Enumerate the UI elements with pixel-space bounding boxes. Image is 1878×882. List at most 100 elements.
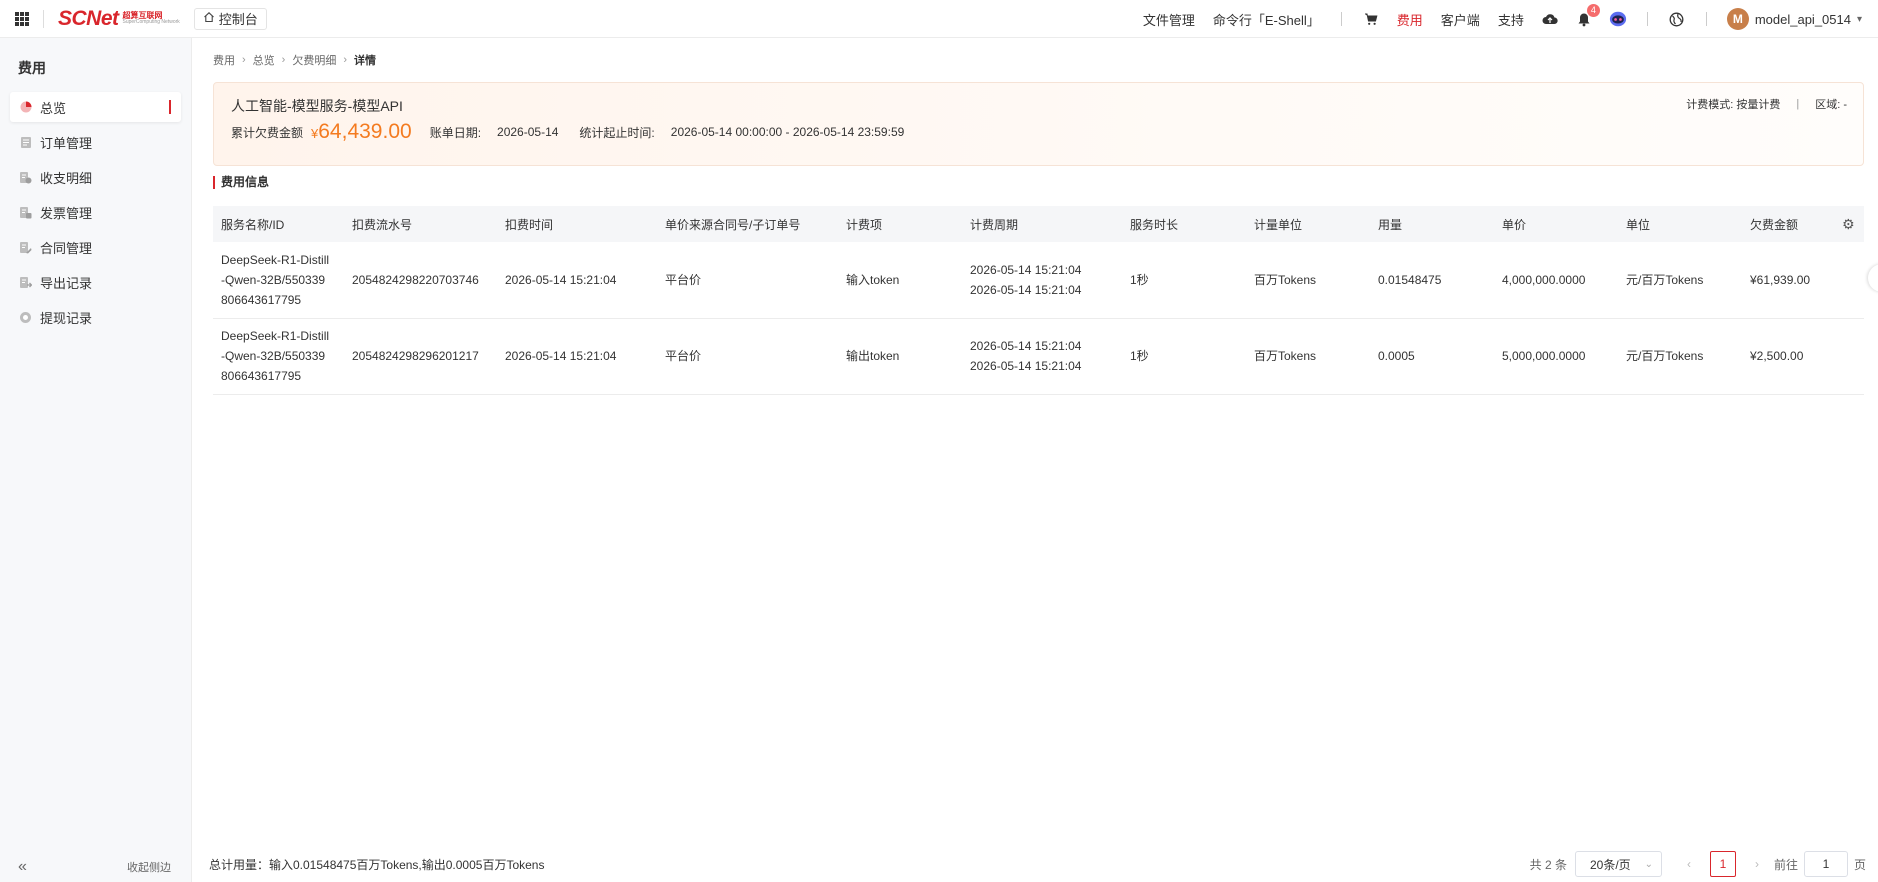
breadcrumb-item[interactable]: 费用 xyxy=(213,52,235,68)
unit-price-cell: 4,000,000.0000 xyxy=(1494,242,1618,319)
goto-page-input[interactable]: 1 xyxy=(1803,851,1848,877)
prev-page-button[interactable]: ‹ xyxy=(1676,851,1702,877)
amount-cell: ¥61,939.00 xyxy=(1742,242,1834,319)
section-title: 费用信息 xyxy=(213,176,269,189)
usage-cell: 0.01548475 xyxy=(1370,242,1494,319)
assistant-robot-icon[interactable] xyxy=(1609,10,1627,28)
withdraw-icon xyxy=(19,311,32,324)
logo-text: SCNet xyxy=(58,6,119,30)
column-header: 单价来源合同号/子订单号 xyxy=(657,206,838,242)
goto-label: 前往 xyxy=(1773,857,1798,872)
console-button[interactable]: 控制台 xyxy=(193,7,267,30)
time-cell: 2026-05-14 15:21:04 xyxy=(497,318,657,395)
app-grid-icon[interactable] xyxy=(15,11,29,26)
globe-icon[interactable] xyxy=(1668,10,1686,28)
breadcrumb: 费用 › 总览 › 欠费明细 › 详情 xyxy=(213,52,376,68)
period-cell: 2026-05-14 15:21:04 2026-05-14 15:21:04 xyxy=(962,318,1122,395)
breadcrumb-item[interactable]: 总览 xyxy=(253,52,275,68)
console-label: 控制台 xyxy=(218,12,258,27)
total-count: 共 2 条 xyxy=(1529,857,1567,872)
serial-cell: 2054824298296201217 xyxy=(344,318,497,395)
sidebar-item-contracts[interactable]: 合同管理 xyxy=(10,232,181,262)
eshell-link[interactable]: 命令行「E-Shell」 xyxy=(1213,10,1320,29)
sidebar-item-label: 收支明细 xyxy=(40,170,93,186)
chevron-down-icon: ⌄ xyxy=(1644,858,1653,870)
divider xyxy=(1705,12,1707,26)
table-row: DeepSeek-R1-Distill -Qwen-32B/550339 806… xyxy=(213,318,1864,395)
table-row: DeepSeek-R1-Distill -Qwen-32B/550339 806… xyxy=(213,242,1864,319)
sidebar-item-exports[interactable]: 导出记录 xyxy=(10,267,181,297)
chevron-down-icon[interactable]: ▾ xyxy=(1857,14,1862,25)
region: 区域: - xyxy=(1815,99,1847,111)
price-source-cell: 平台价 xyxy=(657,318,838,395)
next-page-button[interactable]: › xyxy=(1744,851,1770,877)
main-content: 费用 › 总览 › 欠费明细 › 详情 人工智能-模型服务-模型API 累计欠费… xyxy=(192,38,1878,882)
double-chevron-left-icon[interactable]: « xyxy=(18,858,27,876)
duration-cell: 1秒 xyxy=(1122,242,1246,319)
bill-date-value: 2026-05-14 xyxy=(497,125,559,139)
notification-badge: 4 xyxy=(1586,4,1600,17)
product-title: 人工智能-模型服务-模型API xyxy=(231,98,403,114)
sidebar-item-label: 合同管理 xyxy=(40,240,93,256)
divider xyxy=(1646,12,1648,26)
breadcrumb-item[interactable]: 欠费明细 xyxy=(292,52,336,68)
sidebar-item-withdrawals[interactable]: 提现记录 xyxy=(10,302,181,332)
sidebar-item-invoices[interactable]: 发票管理 xyxy=(10,197,181,227)
pie-chart-icon xyxy=(19,101,32,114)
sidebar-item-ledger[interactable]: 收支明细 xyxy=(10,162,181,192)
avatar[interactable]: M xyxy=(1726,8,1749,30)
cloud-upload-icon[interactable] xyxy=(1541,10,1559,28)
measure-unit-cell: 百万Tokens xyxy=(1246,318,1370,395)
drawer-handle[interactable] xyxy=(1868,264,1878,292)
sidebar-title: 费用 xyxy=(18,60,46,76)
username[interactable]: model_api_0514 xyxy=(1755,12,1851,27)
pagination: 共 2 条 20条/页 ⌄ ‹ 1 › 前往 1 页 xyxy=(1530,851,1866,877)
sidebar-item-label: 导出记录 xyxy=(40,275,93,291)
table-header-row: 服务名称/ID 扣费流水号 扣费时间 单价来源合同号/子订单号 计费项 计费周期… xyxy=(213,206,1864,242)
file-manager-link[interactable]: 文件管理 xyxy=(1143,10,1195,29)
sidebar-item-overview[interactable]: 总览 xyxy=(10,92,181,122)
divider: | xyxy=(1796,98,1800,110)
unit-price-cell: 5,000,000.0000 xyxy=(1494,318,1618,395)
billing-link[interactable]: 费用 xyxy=(1397,10,1423,29)
price-source-cell: 平台价 xyxy=(657,242,838,319)
page-size-select[interactable]: 20条/页 ⌄ xyxy=(1574,851,1662,877)
column-header: 扣费流水号 xyxy=(344,206,497,242)
client-link[interactable]: 客户端 xyxy=(1441,10,1480,29)
footer-bar: 总计用量：输入0.01548475百万Tokens,输出0.0005百万Toke… xyxy=(192,846,1878,882)
home-icon xyxy=(203,11,215,26)
column-header: 服务名称/ID xyxy=(213,206,344,242)
sidebar-item-label: 总览 xyxy=(40,100,67,116)
bell-icon[interactable]: 4 xyxy=(1575,4,1600,28)
sidebar-item-orders[interactable]: 订单管理 xyxy=(10,127,181,157)
serial-cell: 2054824298220703746 xyxy=(344,242,497,319)
sidebar-item-label: 提现记录 xyxy=(40,310,93,326)
cart-icon[interactable] xyxy=(1362,10,1380,28)
period-label: 统计起止时间: xyxy=(579,125,655,140)
chevron-right-icon: › xyxy=(281,54,286,66)
page-number-button[interactable]: 1 xyxy=(1709,851,1736,877)
period-value: 2026-05-14 00:00:00 - 2026-05-14 23:59:5… xyxy=(670,125,905,139)
period-cell: 2026-05-14 15:21:04 2026-05-14 15:21:04 xyxy=(962,242,1122,319)
page-suffix: 页 xyxy=(1853,857,1866,872)
total-usage: 总计用量：输入0.01548475百万Tokens,输出0.0005百万Toke… xyxy=(209,857,545,872)
fee-table: 服务名称/ID 扣费流水号 扣费时间 单价来源合同号/子订单号 计费项 计费周期… xyxy=(213,206,1864,395)
column-header: 用量 xyxy=(1370,206,1494,242)
logo-subtitle-en: SuperComputing Network xyxy=(122,19,180,25)
top-bar: SCNet 超算互联网 SuperComputing Network 控制台 文… xyxy=(0,0,1878,38)
collapse-label[interactable]: 收起侧边 xyxy=(127,859,171,875)
export-icon xyxy=(19,276,32,289)
unit-cell: 元/百万Tokens xyxy=(1618,242,1742,319)
total-arrears-amount: ¥64,439.00 xyxy=(311,120,412,143)
column-settings-gear-icon[interactable]: ⚙ xyxy=(1842,216,1855,232)
billing-mode: 计费模式: 按量计费 xyxy=(1686,99,1781,111)
scnet-logo[interactable]: SCNet 超算互联网 SuperComputing Network xyxy=(58,7,180,31)
breadcrumb-current: 详情 xyxy=(354,55,377,67)
duration-cell: 1秒 xyxy=(1122,318,1246,395)
sidebar-item-label: 发票管理 xyxy=(40,205,93,221)
sidebar-collapse-bar[interactable]: « 收起侧边 xyxy=(0,852,191,882)
item-cell: 输入token xyxy=(838,242,962,319)
support-link[interactable]: 支持 xyxy=(1498,10,1524,29)
column-header: 计费项 xyxy=(838,206,962,242)
summary-card: 人工智能-模型服务-模型API 累计欠费金额 ¥64,439.00 账单日期: … xyxy=(213,82,1864,166)
